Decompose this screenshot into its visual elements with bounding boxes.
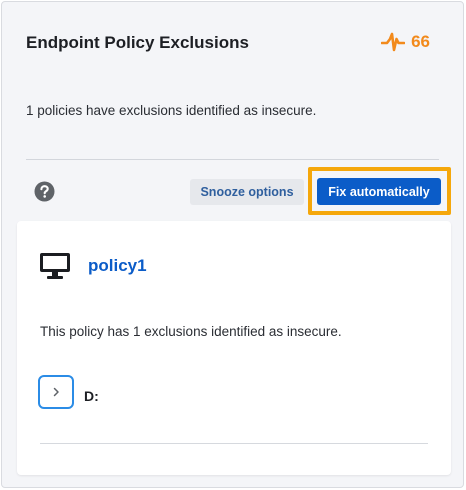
endpoint-policy-exclusions-card: Endpoint Policy Exclusions 66 1 policies… [1, 1, 464, 488]
policy-description: This policy has 1 exclusions identified … [40, 324, 342, 339]
card-title: Endpoint Policy Exclusions [26, 33, 249, 52]
snooze-options-button[interactable]: Snooze options [190, 179, 304, 205]
pulse-spark-icon [381, 30, 406, 54]
expand-button[interactable] [38, 375, 74, 409]
monitor-icon [39, 252, 71, 280]
chevron-right-icon [53, 387, 59, 397]
divider [40, 443, 428, 444]
divider [26, 159, 439, 160]
exclusion-path: D: [84, 388, 99, 404]
policy-name-link[interactable]: policy1 [88, 256, 147, 276]
score-value: 66 [411, 32, 430, 51]
summary-text: 1 policies have exclusions identified as… [26, 103, 317, 118]
question-circle-icon[interactable] [34, 181, 55, 202]
score-indicator: 66 [381, 30, 430, 54]
fix-automatically-button[interactable]: Fix automatically [317, 178, 441, 205]
policy-panel: policy1 This policy has 1 exclusions ide… [17, 221, 451, 475]
